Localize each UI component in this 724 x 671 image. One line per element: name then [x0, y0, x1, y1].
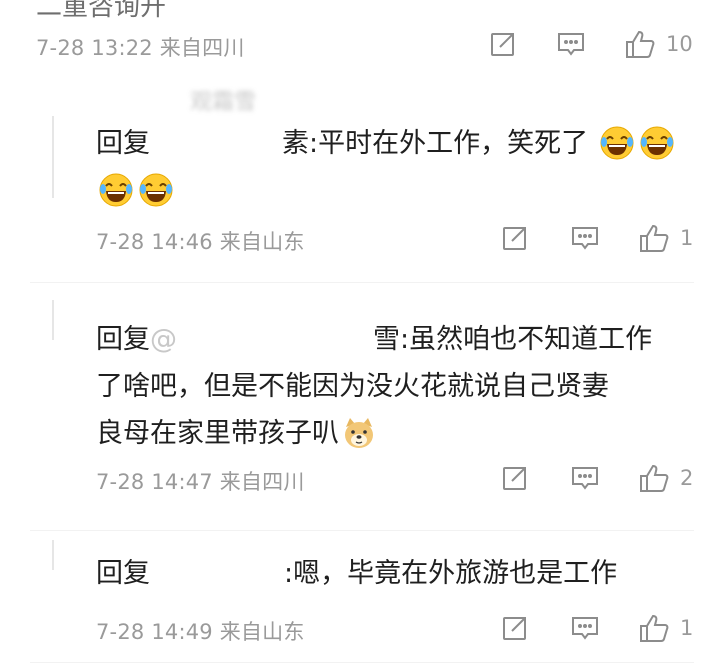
thread-line [52, 540, 54, 570]
comment-button[interactable] [570, 223, 600, 253]
share-icon [500, 613, 530, 643]
comment-text-line: 良母在家里带孩子叭 [96, 418, 339, 449]
clipped-previous-comment-text: 二重咨询开 [36, 0, 167, 22]
like-count: 1 [680, 616, 694, 640]
mention-at-sign: @ [150, 324, 177, 355]
reply-prefix: 回复 [96, 324, 150, 355]
comment-meta: 7-28 14:47 来自四川 [96, 470, 305, 494]
divider [30, 282, 694, 283]
redacted-username [177, 325, 373, 356]
share-button[interactable] [500, 223, 530, 253]
like-button[interactable]: 2 [638, 462, 693, 494]
like-icon [638, 222, 670, 254]
laughing-tears-emoji-icon [98, 172, 134, 208]
doge-emoji-icon [341, 415, 377, 451]
like-icon [638, 462, 670, 494]
like-count: 10 [666, 32, 693, 56]
comment-meta: 7-28 14:46 来自山东 [96, 230, 305, 254]
laughing-tears-emoji-icon [639, 125, 675, 161]
reply-comment-text: 回复 :嗯，毕竟在外旅游也是工作 [96, 550, 684, 597]
blurred-reply-author: 观霜雪 [190, 90, 257, 115]
divider [30, 662, 694, 663]
comment-icon [570, 613, 600, 643]
comment-icon [556, 29, 586, 59]
comment-text-line: :嗯，毕竟在外旅游也是工作 [284, 558, 618, 589]
like-count: 1 [680, 226, 694, 250]
comment-meta: 7-28 14:49 来自山东 [96, 620, 305, 644]
comment-button[interactable] [556, 29, 586, 59]
share-button[interactable] [500, 613, 530, 643]
like-icon [638, 612, 670, 644]
comment-icon [570, 463, 600, 493]
redacted-username [150, 559, 284, 590]
laughing-tears-emoji-icon [599, 125, 635, 161]
thread-line [52, 116, 54, 198]
reply-prefix: 回复 [96, 128, 150, 159]
divider [30, 530, 694, 531]
comment-icon [570, 223, 600, 253]
like-button[interactable]: 10 [624, 28, 693, 60]
comment-meta: 7-28 13:22 来自四川 [36, 36, 245, 60]
reply-target-suffix: 素: [282, 128, 319, 159]
share-icon [500, 223, 530, 253]
like-count: 2 [680, 466, 694, 490]
share-button[interactable] [500, 463, 530, 493]
like-icon [624, 28, 656, 60]
like-button[interactable]: 1 [638, 612, 693, 644]
thread-line [52, 300, 54, 340]
share-icon [500, 463, 530, 493]
comment-text-line: 平时在外工作，笑死了 [318, 128, 589, 159]
redacted-username [150, 129, 282, 160]
comment-text-line: 虽然咱也不知道工作 [409, 324, 653, 355]
comment-text-line: 了啥吧，但是不能因为没火花就说自己贤妻 [96, 371, 609, 402]
reply-prefix: 回复 [96, 558, 150, 589]
reply-comment-text: 回复@ 雪:虽然咱也不知道工作 了啥吧，但是不能因为没火花就说自己贤妻 良母在家里… [96, 316, 684, 457]
reply-target-suffix: 雪: [373, 324, 410, 355]
share-icon [488, 29, 518, 59]
comment-button[interactable] [570, 613, 600, 643]
share-button[interactable] [486, 29, 520, 59]
comment-button[interactable] [570, 463, 600, 493]
reply-comment-text: 回复 素:平时在外工作，笑死了 [96, 120, 684, 214]
like-button[interactable]: 1 [638, 222, 693, 254]
laughing-tears-emoji-icon [138, 172, 174, 208]
